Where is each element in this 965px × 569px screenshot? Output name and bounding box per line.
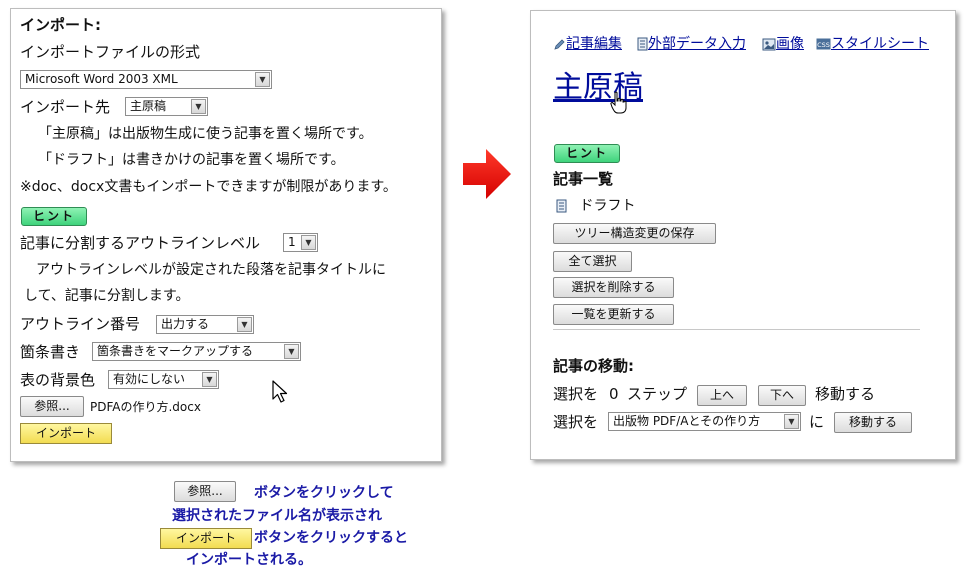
arrow-right-icon (463, 149, 511, 199)
dest-note-main: 「主原稿」は出版物生成に使う記事を置く場所です。 (38, 126, 373, 142)
caption-line-3: ボタンをクリックすると (254, 530, 408, 546)
article-list-heading: 記事一覧 (553, 170, 614, 188)
move-target-prefix: 選択を (553, 413, 599, 431)
nav-stylesheet-link[interactable]: スタイルシート (831, 36, 929, 52)
move-to-label: に (809, 413, 825, 431)
table-bg-select[interactable]: 有効にしない ▼ (108, 370, 219, 389)
numbering-label: アウトライン番号 (20, 315, 141, 333)
dest-note-draft: 「ドラフト」は書きかけの記事を置く場所です。 (38, 152, 345, 168)
chevron-down-icon: ▼ (237, 317, 252, 332)
outline-level-value: 1 (288, 235, 296, 249)
table-bg-label: 表の背景色 (20, 371, 96, 389)
browse-button[interactable]: 参照... (20, 396, 84, 417)
chevron-down-icon: ▼ (255, 72, 270, 87)
css-icon: CSS (816, 38, 831, 50)
caption-line-4: インポートされる。 (186, 552, 312, 568)
hint-button-right[interactable]: ヒント (554, 144, 620, 163)
move-text: 移動する (815, 385, 876, 403)
move-heading: 記事の移動: (553, 357, 634, 375)
import-heading: インポート: (20, 16, 101, 34)
nav-image-link[interactable]: 画像 (776, 36, 804, 52)
nav-edit-link[interactable]: 記事編集 (566, 36, 622, 52)
move-steps-prefix: 選択を (553, 385, 599, 403)
move-up-button[interactable]: 上へ (697, 385, 747, 406)
hint-button[interactable]: ヒント (21, 207, 87, 226)
table-bg-value: 有効にしない (113, 372, 186, 386)
chevron-down-icon: ▼ (301, 235, 316, 250)
pencil-icon (554, 38, 565, 50)
chevron-down-icon: ▼ (284, 344, 299, 359)
outline-note-2: して、記事に分割します。 (24, 288, 190, 304)
dest-select[interactable]: 主原稿 ▼ (125, 97, 208, 116)
doc-note: ※doc、docx文書もインポートできますが制限があります。 (20, 179, 397, 195)
chevron-down-icon: ▼ (784, 414, 799, 429)
draft-tree-item[interactable]: ドラフト (556, 197, 635, 215)
svg-text:CSS: CSS (817, 41, 830, 49)
move-button[interactable]: 移動する (834, 412, 912, 433)
format-label: インポートファイルの形式 (20, 43, 201, 61)
article-panel: 記事編集 外部データ入力 画像 CSS スタイルシート 主原稿 ヒント 記事一覧… (530, 10, 956, 460)
caption-browse-button: 参照... (174, 481, 236, 502)
caption-line-2: 選択されたファイル名が表示され (172, 508, 382, 524)
steps-value: 0 (609, 385, 619, 403)
nav-external-link[interactable]: 外部データ入力 (648, 36, 746, 52)
chevron-down-icon: ▼ (202, 372, 217, 387)
numbering-select[interactable]: 出力する ▼ (156, 315, 254, 334)
nav-bar: 記事編集 (553, 35, 622, 53)
file-name: PDFAの作り方.docx (90, 400, 201, 414)
caption-line-1: ボタンをクリックして (254, 485, 394, 501)
nav-external: 外部データ入力 (637, 35, 746, 53)
steps-suffix: ステップ (627, 385, 688, 403)
format-select-value: Microsoft Word 2003 XML (25, 72, 178, 86)
page-title[interactable]: 主原稿 (553, 69, 643, 107)
move-down-button[interactable]: 下へ (758, 385, 806, 406)
document-icon (556, 199, 567, 213)
save-tree-button[interactable]: ツリー構造変更の保存 (553, 223, 716, 244)
refresh-list-button[interactable]: 一覧を更新する (553, 304, 674, 325)
bullet-value: 箇条書きをマークアップする (97, 344, 254, 358)
outline-level-select[interactable]: 1 ▼ (283, 233, 318, 252)
hand-pointer-icon (610, 91, 627, 114)
draft-label: ドラフト (579, 198, 636, 214)
format-select[interactable]: Microsoft Word 2003 XML ▼ (20, 70, 272, 89)
outline-note-1: アウトラインレベルが設定された段落を記事タイトルに (36, 262, 386, 278)
chevron-down-icon: ▼ (191, 99, 206, 114)
bullet-label: 箇条書き (20, 343, 81, 361)
outline-level-label: 記事に分割するアウトラインレベル (20, 234, 261, 252)
document-icon (637, 37, 648, 51)
nav-image: 画像 (762, 35, 804, 53)
move-target-select[interactable]: 出版物 PDF/Aとその作り方 ▼ (608, 412, 801, 431)
select-all-button[interactable]: 全て選択 (553, 251, 632, 272)
image-icon (762, 38, 776, 50)
caption-import-button: インポート (160, 528, 252, 549)
bullet-select[interactable]: 箇条書きをマークアップする ▼ (92, 342, 301, 361)
divider (553, 329, 920, 330)
tutorial-screen: { "import_panel": { "heading": "インポート:",… (0, 0, 965, 568)
import-button[interactable]: インポート (20, 423, 112, 444)
mouse-pointer-icon (272, 380, 288, 403)
dest-label: インポート先 (20, 98, 111, 116)
delete-selected-button[interactable]: 選択を削除する (553, 277, 674, 298)
nav-stylesheet: CSS スタイルシート (816, 35, 929, 53)
dest-select-value: 主原稿 (130, 99, 167, 113)
move-target-value: 出版物 PDF/Aとその作り方 (613, 414, 761, 428)
numbering-value: 出力する (161, 317, 210, 331)
import-panel: インポート: インポートファイルの形式 Microsoft Word 2003 … (10, 8, 442, 462)
